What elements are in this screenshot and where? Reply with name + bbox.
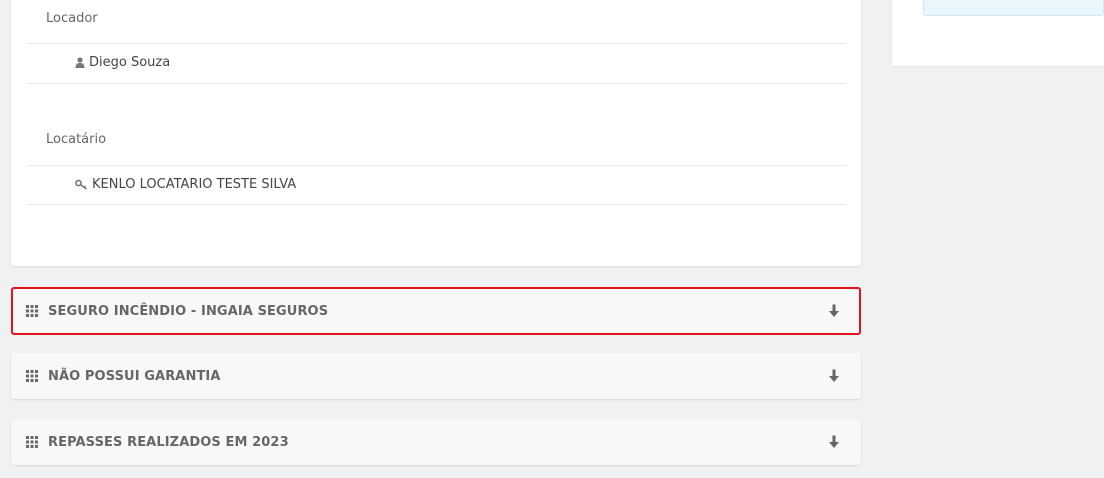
grid-icon <box>26 436 38 448</box>
side-panel <box>892 0 1104 66</box>
accordion-title: NÃO POSSUI GARANTIA <box>48 368 221 384</box>
landlord-name: Diego Souza <box>89 55 171 70</box>
accordion-no-guarantee[interactable]: NÃO POSSUI GARANTIA <box>11 353 861 399</box>
divider <box>27 83 846 84</box>
arrow-down-icon[interactable] <box>829 304 839 318</box>
divider <box>27 204 846 205</box>
tenant-name: KENLO LOCATARIO TESTE SILVA <box>92 177 297 192</box>
grid-icon <box>26 305 38 317</box>
divider <box>27 43 846 44</box>
divider <box>27 165 846 166</box>
key-icon <box>75 179 88 190</box>
accordion-fire-insurance[interactable]: SEGURO INCÊNDIO - INGAIA SEGUROS <box>11 287 861 335</box>
tenant-section-label: Locatário <box>46 132 107 147</box>
user-icon <box>75 57 85 68</box>
parties-card: Locador Diego Souza Locatário KENLO LOCA… <box>11 0 861 266</box>
accordion-transfers-2023[interactable]: REPASSES REALIZADOS EM 2023 <box>11 419 861 465</box>
landlord-row: Diego Souza <box>75 55 170 70</box>
page: Locador Diego Souza Locatário KENLO LOCA… <box>0 0 1104 478</box>
accordion-title: REPASSES REALIZADOS EM 2023 <box>48 434 289 450</box>
tenant-row: KENLO LOCATARIO TESTE SILVA <box>75 177 296 192</box>
arrow-down-icon[interactable] <box>829 369 839 383</box>
accordion-title: SEGURO INCÊNDIO - INGAIA SEGUROS <box>48 303 329 319</box>
info-box <box>923 0 1104 16</box>
arrow-down-icon[interactable] <box>829 435 839 449</box>
landlord-section-label: Locador <box>46 11 98 26</box>
grid-icon <box>26 370 38 382</box>
